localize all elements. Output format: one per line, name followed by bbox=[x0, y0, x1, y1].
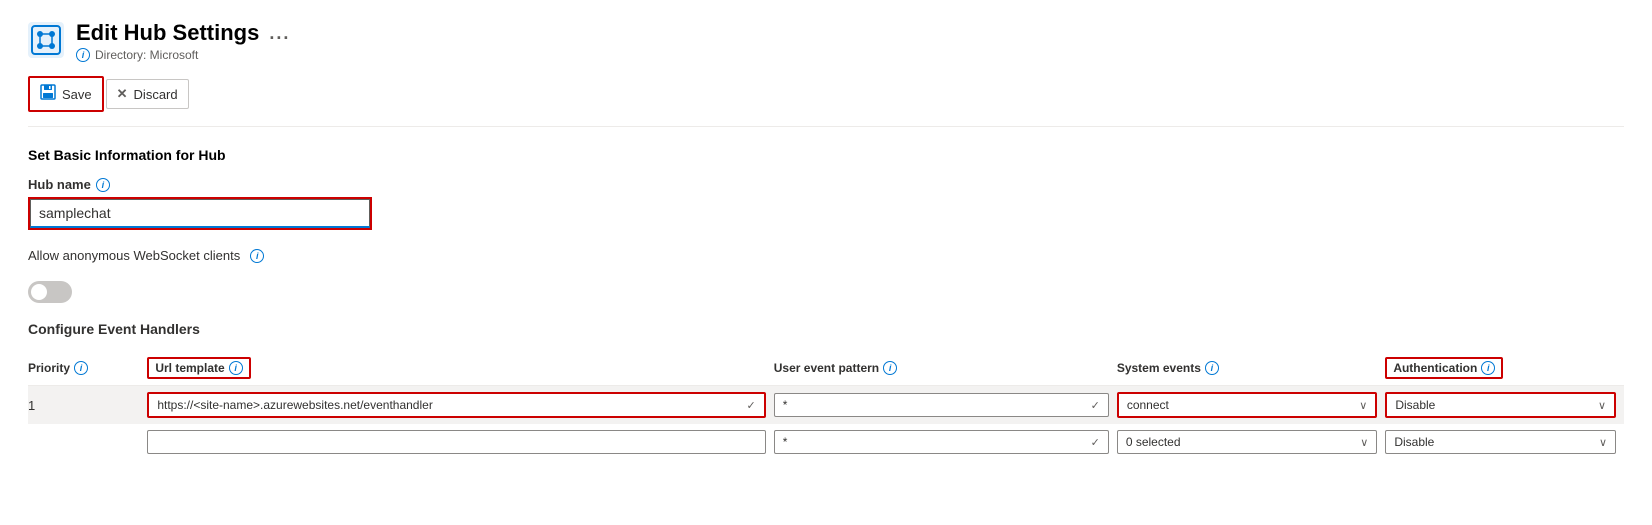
table-header-row: Priority i Url template i User event pat… bbox=[28, 351, 1624, 386]
url-info-icon: i bbox=[229, 361, 243, 375]
auth-dropdown-2[interactable]: Disable ∨ bbox=[1385, 430, 1616, 454]
hub-name-info-icon: i bbox=[96, 178, 110, 192]
save-button[interactable]: Save bbox=[28, 76, 104, 112]
url-input-wrapper-1: ✓ bbox=[147, 392, 765, 418]
table-row: 1 ✓ ✓ connect ∨ bbox=[28, 386, 1624, 425]
toggle-thumb bbox=[31, 284, 47, 300]
header: Edit Hub Settings ... i Directory: Micro… bbox=[28, 20, 1624, 62]
system-event-value-2: 0 selected bbox=[1126, 435, 1356, 449]
anonymous-toggle[interactable] bbox=[28, 281, 72, 303]
auth-value-1: Disable bbox=[1395, 398, 1594, 412]
url-input-2[interactable] bbox=[156, 435, 756, 449]
auth-chevron-1: ∨ bbox=[1598, 399, 1606, 412]
user-event-cell-2: ✓ bbox=[774, 424, 1117, 460]
discard-icon: ✕ bbox=[117, 86, 128, 102]
auth-info-icon: i bbox=[1481, 361, 1495, 375]
directory-label: Directory: Microsoft bbox=[95, 48, 198, 62]
url-input-1[interactable] bbox=[157, 398, 740, 412]
directory-info-icon: i bbox=[76, 48, 90, 62]
directory-row: i Directory: Microsoft bbox=[76, 48, 290, 62]
th-system-events: System events i bbox=[1117, 351, 1385, 386]
auth-value-2: Disable bbox=[1394, 435, 1595, 449]
system-event-cell-1: connect ∨ bbox=[1117, 386, 1385, 425]
auth-chevron-2: ∨ bbox=[1599, 436, 1607, 449]
toolbar: Save ✕ Discard bbox=[28, 76, 1624, 127]
system-event-dropdown-2[interactable]: 0 selected ∨ bbox=[1117, 430, 1377, 454]
hub-name-label-row: Hub name i bbox=[28, 177, 1624, 192]
event-handlers-table: Priority i Url template i User event pat… bbox=[28, 351, 1624, 460]
anonymous-info-icon: i bbox=[250, 249, 264, 263]
ellipsis-button[interactable]: ... bbox=[269, 23, 290, 44]
url-cell-2 bbox=[147, 424, 773, 460]
user-event-cell-1: ✓ bbox=[774, 386, 1117, 425]
auth-cell-1: Disable ∨ bbox=[1385, 386, 1624, 425]
system-event-dropdown-1[interactable]: connect ∨ bbox=[1117, 392, 1377, 418]
title-block: Edit Hub Settings ... i Directory: Micro… bbox=[76, 20, 290, 62]
user-event-info-icon: i bbox=[883, 361, 897, 375]
hub-name-input-wrapper bbox=[28, 197, 372, 230]
discard-label: Discard bbox=[134, 87, 178, 102]
system-event-chevron-2: ∨ bbox=[1360, 436, 1368, 449]
user-event-input-2[interactable] bbox=[783, 435, 1085, 449]
url-cell-1: ✓ bbox=[147, 386, 773, 425]
user-event-dropdown-1[interactable]: ✓ bbox=[774, 393, 1109, 417]
event-handlers-section: Configure Event Handlers Priority i Url … bbox=[28, 321, 1624, 460]
discard-button[interactable]: ✕ Discard bbox=[106, 79, 189, 109]
save-icon bbox=[40, 84, 56, 104]
th-priority: Priority i bbox=[28, 351, 147, 386]
th-user-event: User event pattern i bbox=[774, 351, 1117, 386]
th-url-template: Url template i bbox=[147, 351, 773, 386]
app-icon bbox=[28, 22, 64, 58]
system-event-value-1: connect bbox=[1127, 398, 1355, 412]
system-event-cell-2: 0 selected ∨ bbox=[1117, 424, 1385, 460]
url-chevron-1: ✓ bbox=[747, 399, 756, 412]
url-input-wrapper-2 bbox=[147, 430, 765, 454]
anonymous-toggle-row: Allow anonymous WebSocket clients i bbox=[28, 248, 1624, 263]
auth-cell-2: Disable ∨ bbox=[1385, 424, 1624, 460]
user-event-input-1[interactable] bbox=[783, 398, 1085, 412]
user-event-chevron-1: ✓ bbox=[1091, 399, 1100, 412]
basic-info-section: Set Basic Information for Hub Hub name i… bbox=[28, 147, 1624, 303]
event-handlers-title: Configure Event Handlers bbox=[28, 321, 1624, 337]
auth-dropdown-1[interactable]: Disable ∨ bbox=[1385, 392, 1616, 418]
system-event-chevron-1: ∨ bbox=[1359, 399, 1367, 412]
th-authentication: Authentication i bbox=[1385, 351, 1624, 386]
system-events-info-icon: i bbox=[1205, 361, 1219, 375]
basic-info-title: Set Basic Information for Hub bbox=[28, 147, 1624, 163]
anonymous-label: Allow anonymous WebSocket clients bbox=[28, 248, 240, 263]
priority-info-icon: i bbox=[74, 361, 88, 375]
save-label: Save bbox=[62, 87, 92, 102]
table-row: ✓ 0 selected ∨ Disable ∨ bbox=[28, 424, 1624, 460]
user-event-chevron-2: ✓ bbox=[1091, 436, 1100, 449]
page-title: Edit Hub Settings bbox=[76, 20, 259, 46]
hub-name-input[interactable] bbox=[30, 199, 370, 228]
priority-cell-2 bbox=[28, 424, 147, 460]
hub-name-label: Hub name bbox=[28, 177, 91, 192]
page-title-row: Edit Hub Settings ... bbox=[76, 20, 290, 46]
user-event-dropdown-2[interactable]: ✓ bbox=[774, 430, 1109, 454]
priority-cell-1: 1 bbox=[28, 386, 147, 425]
